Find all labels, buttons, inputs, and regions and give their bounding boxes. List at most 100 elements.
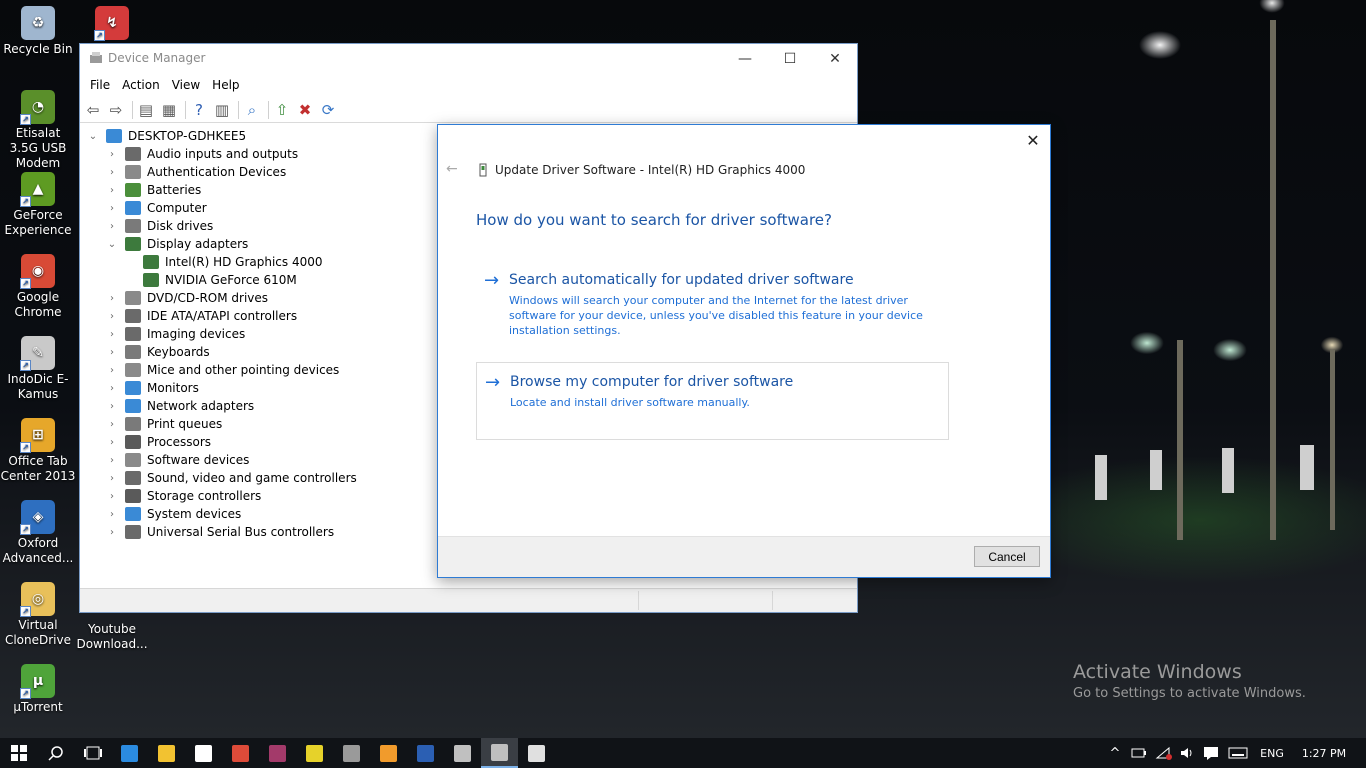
back-arrow-icon[interactable]: ← xyxy=(446,161,458,177)
minimize-button[interactable]: — xyxy=(722,48,768,70)
media-player-icon[interactable] xyxy=(370,738,407,768)
help-icon[interactable]: ? xyxy=(189,100,209,120)
paint-icon[interactable] xyxy=(518,738,555,768)
desktop-icon[interactable]: ✎ ↗ IndoDic E-Kamus xyxy=(0,336,76,402)
desktop-icon[interactable]: ◈ ↗ Oxford Advanced... xyxy=(0,500,76,566)
search-automatically-option[interactable]: → Search automatically for updated drive… xyxy=(476,271,949,341)
chevron-right-icon[interactable]: › xyxy=(105,291,119,305)
settings-app-icon[interactable] xyxy=(444,738,481,768)
update-driver-icon[interactable]: ⇧ xyxy=(272,100,292,120)
chevron-right-icon[interactable]: › xyxy=(105,363,119,377)
winrar-icon[interactable] xyxy=(259,738,296,768)
task-view-icon[interactable] xyxy=(74,738,111,768)
chevron-right-icon[interactable]: › xyxy=(105,507,119,521)
tree-category[interactable]: › Print queues xyxy=(105,415,222,433)
cmd-icon[interactable] xyxy=(333,738,370,768)
scan-icon[interactable]: ⌕ xyxy=(242,100,262,120)
chevron-right-icon[interactable]: › xyxy=(105,165,119,179)
word-icon[interactable] xyxy=(407,738,444,768)
view-icon[interactable]: ▦ xyxy=(159,100,179,120)
back-icon[interactable]: ⇦ xyxy=(83,100,103,120)
chevron-right-icon[interactable]: › xyxy=(105,489,119,503)
language-indicator[interactable]: ENG xyxy=(1255,738,1289,768)
chevron-right-icon[interactable]: › xyxy=(105,309,119,323)
tree-category[interactable]: › Universal Serial Bus controllers xyxy=(105,523,334,541)
tree-category[interactable]: › Network adapters xyxy=(105,397,254,415)
menu-action[interactable]: Action xyxy=(116,78,166,92)
chevron-right-icon[interactable]: › xyxy=(105,453,119,467)
chrome-icon[interactable] xyxy=(222,738,259,768)
app-icon[interactable] xyxy=(296,738,333,768)
action-center-icon[interactable] xyxy=(1200,738,1222,768)
title-bar[interactable]: Device Manager — ☐ ✕ xyxy=(80,44,857,73)
tree-device-item[interactable]: Intel(R) HD Graphics 4000 xyxy=(143,253,323,271)
desktop-icon[interactable]: ⊞ ↗ Office Tab Center 2013 xyxy=(0,418,76,484)
start-button-icon[interactable] xyxy=(0,738,37,768)
update-driver-dialog[interactable]: ✕ ← Update Driver Software - Intel(R) HD… xyxy=(437,124,1051,578)
desktop-icon[interactable]: ◎ ↗ Virtual CloneDrive xyxy=(0,582,76,648)
chevron-right-icon[interactable]: › xyxy=(105,183,119,197)
desktop-icon[interactable]: ◉ ↗ Google Chrome xyxy=(0,254,76,320)
chevron-right-icon[interactable]: › xyxy=(105,327,119,341)
chevron-right-icon[interactable]: › xyxy=(105,147,119,161)
clock[interactable]: 1:27 PM xyxy=(1296,738,1352,768)
chevron-right-icon[interactable]: › xyxy=(105,345,119,359)
chevron-right-icon[interactable]: › xyxy=(105,435,119,449)
tree-category[interactable]: › Mice and other pointing devices xyxy=(105,361,339,379)
tree-category[interactable]: › Authentication Devices xyxy=(105,163,286,181)
chevron-down-icon[interactable]: ⌄ xyxy=(105,237,119,251)
tree-category[interactable]: › Software devices xyxy=(105,451,249,469)
chevron-right-icon[interactable]: › xyxy=(105,525,119,539)
menu-file[interactable]: File xyxy=(84,78,116,92)
keyboard-icon[interactable] xyxy=(1226,738,1250,768)
tree-category[interactable]: ⌄ Display adapters xyxy=(105,235,248,253)
show-hidden-icons-icon[interactable]: ^ xyxy=(1106,738,1124,768)
tree-category[interactable]: › DVD/CD-ROM drives xyxy=(105,289,268,307)
chevron-down-icon[interactable]: ⌄ xyxy=(86,129,100,143)
tree-category[interactable]: › IDE ATA/ATAPI controllers xyxy=(105,307,297,325)
tree-device-item[interactable]: NVIDIA GeForce 610M xyxy=(143,271,297,289)
tree-category[interactable]: › System devices xyxy=(105,505,241,523)
chevron-right-icon[interactable]: › xyxy=(105,381,119,395)
tree-category[interactable]: › Monitors xyxy=(105,379,199,397)
tree-category[interactable]: › Keyboards xyxy=(105,343,210,361)
cancel-button[interactable]: Cancel xyxy=(974,546,1040,567)
chevron-right-icon[interactable]: › xyxy=(105,201,119,215)
tree-category[interactable]: › Sound, video and game controllers xyxy=(105,469,357,487)
tree-category[interactable]: › Storage controllers xyxy=(105,487,261,505)
file-explorer-icon[interactable] xyxy=(148,738,185,768)
browse-computer-option[interactable]: → Browse my computer for driver software… xyxy=(476,362,949,440)
volume-icon[interactable] xyxy=(1177,738,1197,768)
scan-hardware-icon[interactable]: ⟳ xyxy=(318,100,338,120)
chevron-right-icon[interactable]: › xyxy=(105,417,119,431)
maximize-button[interactable]: ☐ xyxy=(767,48,813,70)
power-icon[interactable] xyxy=(1129,738,1149,768)
store-icon[interactable] xyxy=(185,738,222,768)
menu-view[interactable]: View xyxy=(166,78,206,92)
tree-category[interactable]: › Disk drives xyxy=(105,217,213,235)
dialog-close-button[interactable]: ✕ xyxy=(1022,130,1044,152)
tree-category[interactable]: › Batteries xyxy=(105,181,201,199)
properties-icon[interactable]: ▤ xyxy=(136,100,156,120)
desktop-icon[interactable]: ♻ Recycle Bin xyxy=(0,6,76,57)
desktop-icon[interactable]: ◔ ↗ Etisalat 3.5G USB Modem xyxy=(0,90,76,171)
chevron-right-icon[interactable]: › xyxy=(105,219,119,233)
tree-category[interactable]: › Imaging devices xyxy=(105,325,245,343)
uninstall-icon[interactable]: ✖ xyxy=(295,100,315,120)
tree-category[interactable]: › Audio inputs and outputs xyxy=(105,145,298,163)
search-icon[interactable] xyxy=(37,738,74,768)
tree-root-computer[interactable]: ⌄ DESKTOP-GDHKEE5 xyxy=(86,127,246,145)
network-warning-icon[interactable] xyxy=(1153,738,1175,768)
menu-help[interactable]: Help xyxy=(206,78,245,92)
desktop-icon[interactable]: ▲ ↗ GeForce Experience xyxy=(0,172,76,238)
forward-icon[interactable]: ⇨ xyxy=(106,100,126,120)
tree-category[interactable]: › Computer xyxy=(105,199,207,217)
grid-icon[interactable]: ▥ xyxy=(212,100,232,120)
tree-category[interactable]: › Processors xyxy=(105,433,211,451)
device-manager-icon[interactable] xyxy=(481,738,518,768)
edge-icon[interactable] xyxy=(111,738,148,768)
chevron-right-icon[interactable]: › xyxy=(105,471,119,485)
chevron-right-icon[interactable]: › xyxy=(105,399,119,413)
close-button[interactable]: ✕ xyxy=(812,48,858,70)
desktop-icon[interactable]: µ ↗ µTorrent xyxy=(0,664,76,715)
